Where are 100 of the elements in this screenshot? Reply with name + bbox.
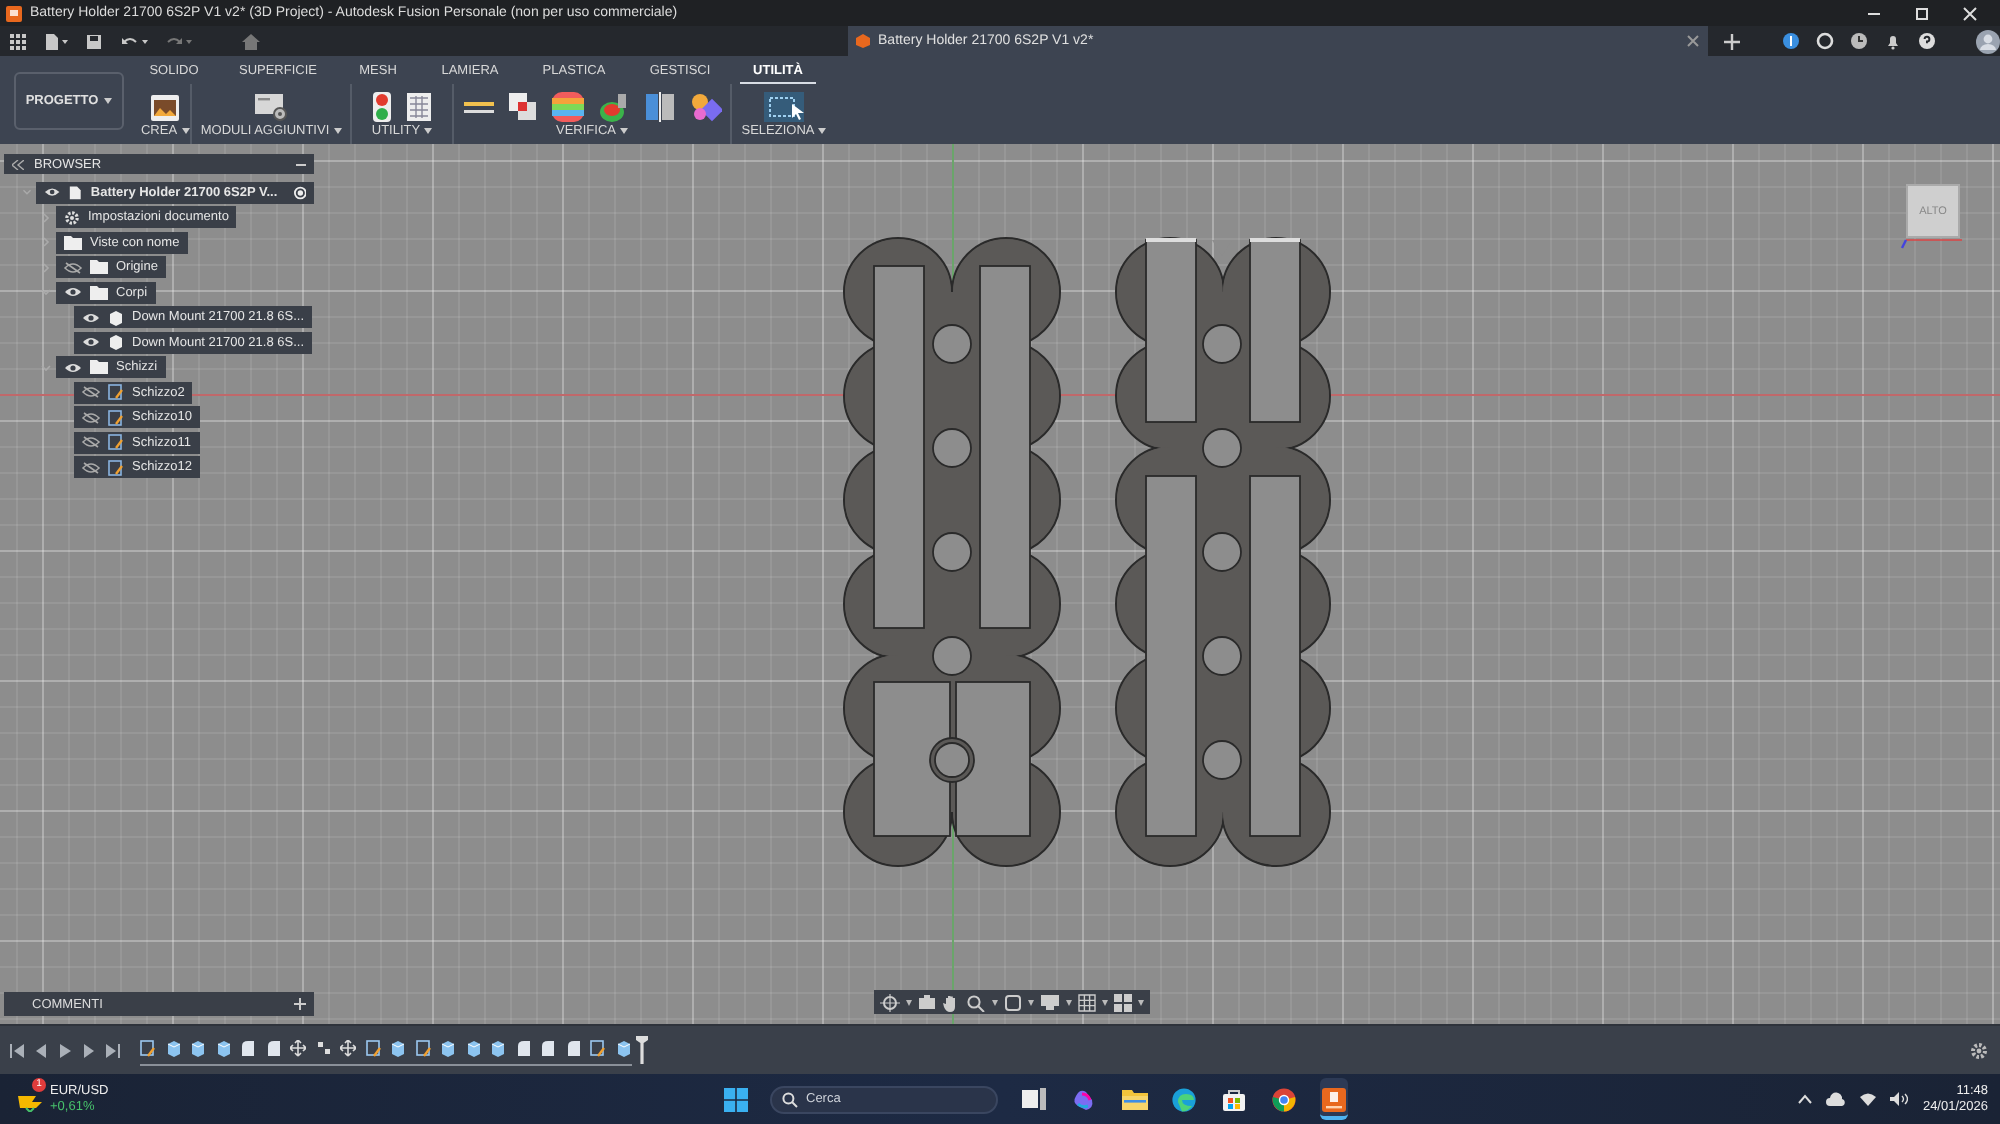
app-icon: [6, 5, 22, 21]
sketch-icon: [108, 434, 124, 451]
sketch-icon: [108, 409, 124, 426]
taskbar-app[interactable]: [1320, 1078, 1348, 1120]
last-icon[interactable]: [106, 1043, 120, 1057]
caret-icon: [619, 128, 628, 134]
selection-box-icon[interactable]: [764, 92, 804, 122]
eye-hidden-icon[interactable]: [82, 411, 100, 424]
shopping-bag-icon[interactable]: [1222, 1087, 1246, 1111]
collapse-panel-icon[interactable]: [12, 159, 24, 169]
caret-icon: [333, 128, 342, 134]
document-icon: [68, 184, 83, 201]
caret-icon: [992, 999, 998, 1005]
start-icon[interactable]: [724, 1087, 748, 1111]
speaker-icon[interactable]: [1890, 1092, 1909, 1106]
previous-icon[interactable]: [34, 1043, 48, 1057]
extrude-feature-icon[interactable]: [215, 1040, 231, 1058]
extrude-feature-icon[interactable]: [165, 1040, 181, 1058]
first-icon[interactable]: [10, 1043, 24, 1057]
eye-hidden-icon[interactable]: [64, 261, 82, 274]
sketch-feature-icon[interactable]: [415, 1040, 431, 1058]
eye-icon[interactable]: [64, 286, 82, 299]
fit-icon[interactable]: [1004, 993, 1022, 1011]
eye-icon[interactable]: [82, 311, 100, 324]
next-icon[interactable]: [82, 1043, 96, 1057]
camera-icon[interactable]: [918, 994, 936, 1010]
eye-hidden-icon[interactable]: [82, 461, 100, 474]
caret-icon: [1102, 999, 1108, 1005]
pan-hand-icon[interactable]: [942, 993, 960, 1011]
extrude-feature-icon[interactable]: [190, 1040, 206, 1058]
close-icon[interactable]: [1960, 5, 1980, 21]
extrude-feature-icon[interactable]: [615, 1040, 631, 1058]
undo-icon[interactable]: [120, 33, 148, 49]
online-icon[interactable]: [1816, 32, 1834, 50]
apps-grid-icon[interactable]: [10, 33, 26, 49]
cad-app-icon[interactable]: [1322, 1087, 1346, 1111]
help-icon[interactable]: [1918, 32, 1936, 50]
bell-icon[interactable]: [1884, 32, 1902, 50]
gear-icon: [64, 209, 80, 226]
eye-icon[interactable]: [44, 186, 61, 199]
sketch-feature-icon[interactable]: [365, 1040, 381, 1058]
eye-icon[interactable]: [82, 336, 100, 349]
settings-icon[interactable]: [1970, 1041, 1988, 1059]
viewports-icon[interactable]: [1114, 993, 1132, 1011]
file-icon[interactable]: [44, 33, 68, 49]
sketch-feature-icon[interactable]: [140, 1040, 156, 1058]
caret-icon: [818, 128, 827, 134]
close-tab-icon[interactable]: [1686, 34, 1700, 48]
move-feature-icon[interactable]: [340, 1040, 356, 1058]
restore-icon[interactable]: [1912, 5, 1932, 21]
active-component-icon[interactable]: [293, 185, 306, 200]
avatar-icon[interactable]: [1976, 29, 2000, 53]
swirl-logo-icon[interactable]: [1072, 1087, 1096, 1111]
add-icon[interactable]: [294, 998, 306, 1010]
windows-stack-icon[interactable]: [1022, 1088, 1046, 1110]
folder-icon[interactable]: [1121, 1088, 1147, 1110]
display-icon[interactable]: [1040, 994, 1060, 1010]
orbit-icon[interactable]: [880, 993, 900, 1011]
redo-icon[interactable]: [166, 33, 194, 49]
section-analysis-icon[interactable]: [643, 92, 675, 122]
eye-hidden-icon[interactable]: [82, 436, 100, 449]
extrude-feature-icon[interactable]: [390, 1040, 406, 1058]
grid-icon[interactable]: [1078, 993, 1096, 1011]
sketch-icon: [108, 459, 124, 476]
pattern-feature-icon[interactable]: [315, 1040, 331, 1058]
eye-icon[interactable]: [64, 361, 82, 374]
image-tool-icon[interactable]: [150, 93, 180, 121]
caret-icon: [424, 128, 433, 134]
caret-icon: [1028, 999, 1034, 1005]
eye-hidden-icon[interactable]: [82, 386, 100, 399]
plus-icon[interactable]: [1724, 33, 1740, 49]
clock-icon[interactable]: [1850, 32, 1868, 50]
home-icon[interactable]: [242, 33, 260, 49]
chevron-up-icon[interactable]: [1798, 1094, 1813, 1104]
sketch-feature-icon[interactable]: [590, 1040, 606, 1058]
minimize-panel-icon[interactable]: [296, 161, 306, 167]
folder-icon: [90, 360, 108, 375]
zebra-icon[interactable]: [551, 92, 583, 122]
shapes-icon[interactable]: [689, 92, 721, 122]
wifi-icon[interactable]: [1860, 1092, 1877, 1106]
document-icon: [856, 34, 871, 48]
add-in-icon[interactable]: [254, 92, 288, 122]
extrude-feature-icon[interactable]: [465, 1040, 481, 1058]
extrude-feature-icon[interactable]: [440, 1040, 456, 1058]
measure-icon[interactable]: [463, 97, 493, 117]
tri-colour-circle-icon[interactable]: [1272, 1087, 1296, 1111]
traffic-light-icon[interactable]: [372, 92, 392, 122]
interference-icon[interactable]: [507, 92, 537, 122]
extrude-feature-icon[interactable]: [490, 1040, 506, 1058]
save-icon[interactable]: [86, 33, 102, 49]
wave-circle-icon[interactable]: [1172, 1087, 1196, 1111]
caret-icon: [104, 97, 113, 103]
zoom-icon[interactable]: [966, 993, 986, 1011]
job-status-icon[interactable]: [1782, 32, 1800, 50]
draft-analysis-icon[interactable]: [597, 92, 629, 122]
timeline-marker-icon[interactable]: [635, 1036, 647, 1064]
play-icon[interactable]: [58, 1043, 72, 1057]
cloud-icon[interactable]: [1826, 1092, 1847, 1106]
table-icon[interactable]: [406, 92, 432, 122]
move-feature-icon[interactable]: [290, 1040, 306, 1058]
